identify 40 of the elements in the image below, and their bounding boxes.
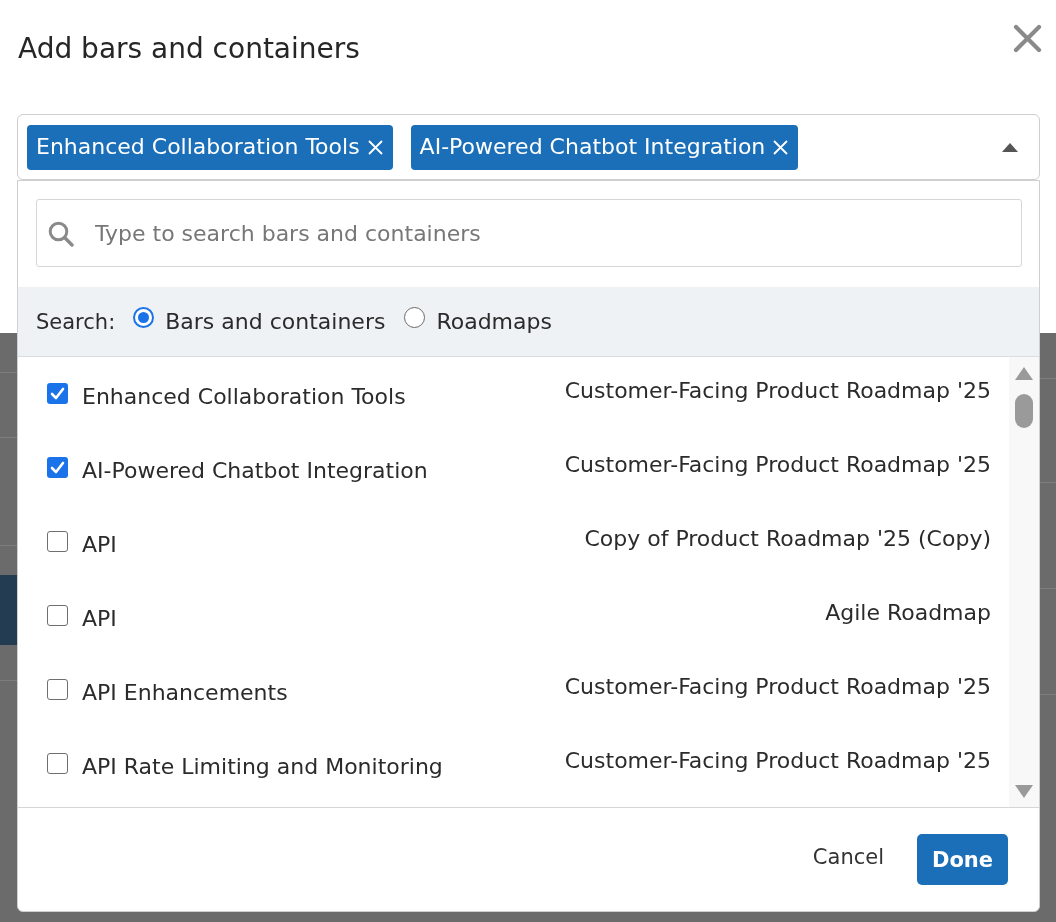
done-button[interactable]: Done [917,834,1008,885]
item-label[interactable]: AI-Powered Chatbot Integration [82,457,428,485]
caret-icon[interactable] [1002,142,1018,152]
close-button[interactable] [1013,24,1042,53]
radio-button[interactable] [404,307,426,328]
dialog-title: Add bars and containers [18,31,360,67]
multi-select-field[interactable]: Enhanced Collaboration Tools AI-Powered Chatbot Integration [17,114,1040,180]
checkbox[interactable] [47,679,68,700]
roadmap-name: Agile Roadmap [825,599,991,627]
roadmap-name: Customer-Facing Product Roadmap '25 [564,673,991,701]
checkbox[interactable] [47,531,68,552]
close-icon[interactable] [773,139,789,155]
roadmap-name: Customer-Facing Product Roadmap '25 [564,451,991,479]
tag-label: AI-Powered Chatbot Integration [419,133,766,161]
item-label[interactable]: API [82,531,117,559]
search-field[interactable]: Type to search bars and containers [36,199,1022,267]
scrollbar[interactable] [1009,357,1039,807]
checkbox[interactable] [47,383,68,404]
checkbox[interactable] [47,753,68,774]
radio-label[interactable]: Bars and containers [165,307,386,336]
radio-button[interactable] [133,307,155,328]
item-label[interactable]: API Enhancements [82,679,288,707]
checkbox[interactable] [47,457,68,478]
item-label[interactable]: Enhanced Collaboration Tools [82,383,406,411]
radio-label[interactable]: Roadmaps [436,307,552,336]
close-icon[interactable] [367,139,383,155]
roadmap-name: Copy of Product Roadmap '25 (Copy) [584,525,991,553]
cancel-button[interactable]: Cancel [812,844,884,869]
page-row-highlight [0,575,17,645]
search-icon [48,221,74,247]
checkbox[interactable] [47,605,68,626]
scope-label: Search: [36,308,116,336]
scrollbar-thumb[interactable] [1015,394,1033,428]
item-label[interactable]: API Rate Limiting and Monitoring [82,753,443,781]
tag-label: Enhanced Collaboration Tools [36,133,360,161]
roadmap-name: Customer-Facing Product Roadmap '25 [564,747,991,775]
scroll-up-arrow-icon[interactable] [1015,367,1033,380]
roadmap-name: Customer-Facing Product Roadmap '25 [564,377,991,405]
scroll-down-arrow-icon[interactable] [1015,785,1033,798]
item-label[interactable]: API [82,605,117,633]
